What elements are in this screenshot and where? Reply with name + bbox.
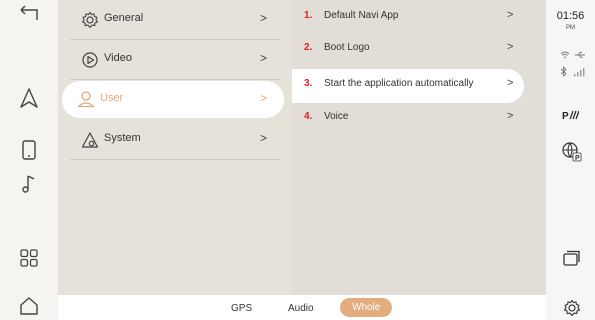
menu-item-video[interactable]: Video > [70,40,280,80]
bottom-tab-bar: GPS Audio Whole [58,295,546,320]
bluetooth-icon [560,66,568,77]
option-number: 1. [304,10,313,21]
menu-item-label: Video [104,52,132,64]
option-default-navi-app[interactable]: 1. Default Navi App > [304,1,534,35]
chevron-right-icon: > [260,11,268,25]
menu-item-user[interactable]: User > [62,81,284,118]
recent-apps-icon[interactable] [563,250,581,266]
usb-icon [574,51,586,59]
option-number: 2. [304,42,313,53]
option-label: Boot Logo [324,42,370,53]
svg-text:P: P [575,155,580,162]
signal-bars-icon [573,67,587,77]
option-label: Voice [324,111,349,122]
menu-item-label: General [104,12,144,24]
chevron-right-icon: > [260,51,268,65]
phone-icon[interactable] [17,138,41,162]
status-panel: 01:56 PM P P [546,0,595,320]
wifi-icon [560,50,570,60]
menu-item-label: User [100,92,124,104]
menu-item-system[interactable]: System > [70,120,280,160]
chevron-right-icon: > [260,131,268,145]
tab-gps[interactable]: GPS [231,303,252,314]
option-voice[interactable]: 4. Voice > [304,102,534,136]
clock-time: 01:56 [556,10,585,22]
menu-item-general[interactable]: General > [70,0,280,40]
chevron-right-icon: > [507,41,514,53]
left-rail [0,0,58,320]
chevron-right-icon: > [260,91,268,105]
clock-ampm: PM [566,25,575,31]
option-label: Default Navi App [324,10,399,21]
settings-menu: General > Video > User > System > [58,0,292,295]
parking-signal-label: P [562,111,569,122]
globe-location-icon[interactable]: P [560,140,582,162]
option-number: 4. [304,111,313,122]
parking-signal-icon: P [562,110,579,122]
play-circle-icon [80,50,100,70]
music-icon[interactable] [17,172,41,196]
apps-grid-icon[interactable] [17,246,41,270]
settings-gear-icon[interactable] [562,298,582,318]
back-icon[interactable] [17,4,41,28]
tab-audio[interactable]: Audio [288,303,314,314]
system-settings-icon [80,130,100,150]
gear-icon [80,10,100,30]
home-icon[interactable] [17,294,41,318]
menu-item-label: System [104,132,141,144]
option-boot-logo[interactable]: 2. Boot Logo > [304,33,534,67]
option-number: 3. [304,78,313,89]
tab-whole[interactable]: Whole [340,298,393,317]
chevron-right-icon: > [507,9,514,21]
chevron-right-icon: > [507,110,514,122]
user-settings-panel: 1. Default Navi App > 2. Boot Logo > 3. … [292,0,546,295]
navigation-icon[interactable] [17,86,41,110]
option-label: Start the application automatically [324,78,474,89]
option-start-app-automatically[interactable]: 3. Start the application automatically > [292,69,524,103]
chevron-right-icon: > [507,77,514,89]
user-icon [76,89,96,109]
